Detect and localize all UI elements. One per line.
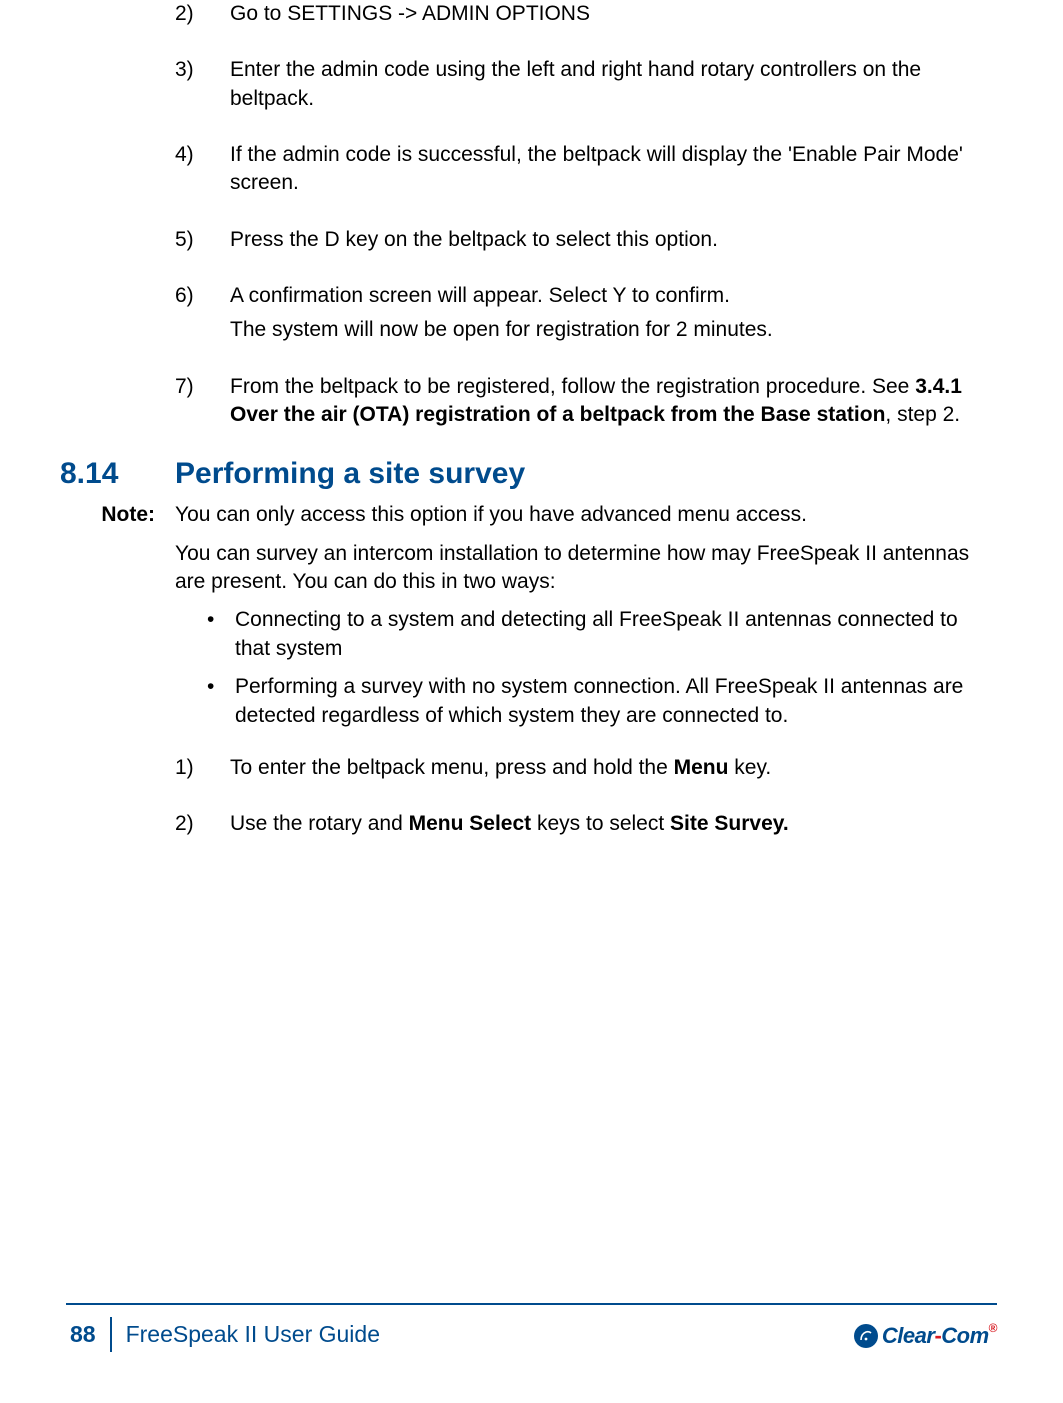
step-number: 5) — [175, 226, 230, 254]
step-number: 4) — [175, 141, 230, 198]
bullet-item: • Connecting to a system and detecting a… — [207, 606, 993, 663]
section-title: Performing a site survey — [175, 457, 525, 491]
step-7: 7) From the beltpack to be registered, f… — [175, 373, 993, 430]
step-text: Enter the admin code using the left and … — [230, 56, 993, 113]
step-text: Use the rotary and Menu Select keys to s… — [230, 810, 993, 838]
bullet-list: • Connecting to a system and detecting a… — [207, 606, 993, 729]
step-2: 2) Go to SETTINGS -> ADMIN OPTIONS — [175, 0, 993, 28]
step-number: 7) — [175, 373, 230, 430]
brand-logo: Clear-Com® — [854, 1323, 997, 1349]
step-text: A confirmation screen will appear. Selec… — [230, 282, 993, 310]
page-number: 88 — [70, 1321, 96, 1347]
page-footer: 88 FreeSpeak II User Guide Clear-Com® — [66, 1303, 997, 1353]
step-body: From the beltpack to be registered, foll… — [230, 373, 993, 430]
step-body: A confirmation screen will appear. Selec… — [230, 282, 993, 345]
sb2-b1: Menu Select — [409, 812, 532, 835]
step-text: Press the D key on the beltpack to selec… — [230, 226, 993, 254]
page-number-box: 88 — [66, 1317, 112, 1352]
sb1-mid: key. — [728, 756, 771, 779]
bullet-dot-icon: • — [207, 673, 235, 730]
step-body: If the admin code is successful, the bel… — [230, 141, 993, 198]
step-body: Enter the admin code using the left and … — [230, 56, 993, 113]
sb1-b1: Menu — [674, 756, 729, 779]
bullet-text: Connecting to a system and detecting all… — [235, 606, 993, 663]
note-label: Note: — [60, 501, 175, 529]
step-body: To enter the beltpack menu, press and ho… — [230, 754, 993, 782]
logo-mark-icon — [854, 1324, 878, 1348]
step-b1: 1) To enter the beltpack menu, press and… — [175, 754, 993, 782]
step-3: 3) Enter the admin code using the left a… — [175, 56, 993, 113]
step-text: From the beltpack to be registered, foll… — [230, 373, 993, 430]
bullet-text: Performing a survey with no system conne… — [235, 673, 993, 730]
guide-title: FreeSpeak II User Guide — [126, 1321, 380, 1348]
logo-text: Clear-Com® — [882, 1323, 997, 1349]
sb1-pre: To enter the beltpack menu, press and ho… — [230, 756, 674, 779]
step-4: 4) If the admin code is successful, the … — [175, 141, 993, 198]
step-text: Go to SETTINGS -> ADMIN OPTIONS — [230, 0, 993, 28]
step-body: Go to SETTINGS -> ADMIN OPTIONS — [230, 0, 993, 28]
step-text-extra: The system will now be open for registra… — [230, 316, 993, 344]
bullet-dot-icon: • — [207, 606, 235, 663]
step7-post: , step 2. — [885, 403, 960, 426]
section-heading: 8.14 Performing a site survey — [60, 457, 1003, 491]
section-number: 8.14 — [60, 457, 175, 491]
step-text: To enter the beltpack menu, press and ho… — [230, 754, 993, 782]
registered-icon: ® — [989, 1321, 997, 1335]
step-number: 2) — [175, 0, 230, 28]
step-5: 5) Press the D key on the beltpack to se… — [175, 226, 993, 254]
sb2-pre: Use the rotary and — [230, 812, 409, 835]
sb2-mid: keys to select — [531, 812, 670, 835]
step7-pre: From the beltpack to be registered, foll… — [230, 375, 915, 398]
logo-b: Com — [941, 1323, 988, 1348]
step-number: 2) — [175, 810, 230, 838]
logo-a: Clear — [882, 1323, 935, 1348]
step-b2: 2) Use the rotary and Menu Select keys t… — [175, 810, 993, 838]
bullet-item: • Performing a survey with no system con… — [207, 673, 993, 730]
step-text: If the admin code is successful, the bel… — [230, 141, 993, 198]
step-6: 6) A confirmation screen will appear. Se… — [175, 282, 993, 345]
step-number: 3) — [175, 56, 230, 113]
step-body: Use the rotary and Menu Select keys to s… — [230, 810, 993, 838]
intro-paragraph: You can survey an intercom installation … — [175, 540, 993, 597]
section-content: You can survey an intercom installation … — [60, 540, 1003, 839]
step-number: 6) — [175, 282, 230, 345]
note-row: Note: You can only access this option if… — [60, 501, 1003, 529]
step-number: 1) — [175, 754, 230, 782]
sb2-b2: Site Survey. — [670, 812, 789, 835]
note-text: You can only access this option if you h… — [175, 501, 1003, 529]
body-content: 2) Go to SETTINGS -> ADMIN OPTIONS 3) En… — [60, 0, 1003, 429]
step-body: Press the D key on the beltpack to selec… — [230, 226, 993, 254]
